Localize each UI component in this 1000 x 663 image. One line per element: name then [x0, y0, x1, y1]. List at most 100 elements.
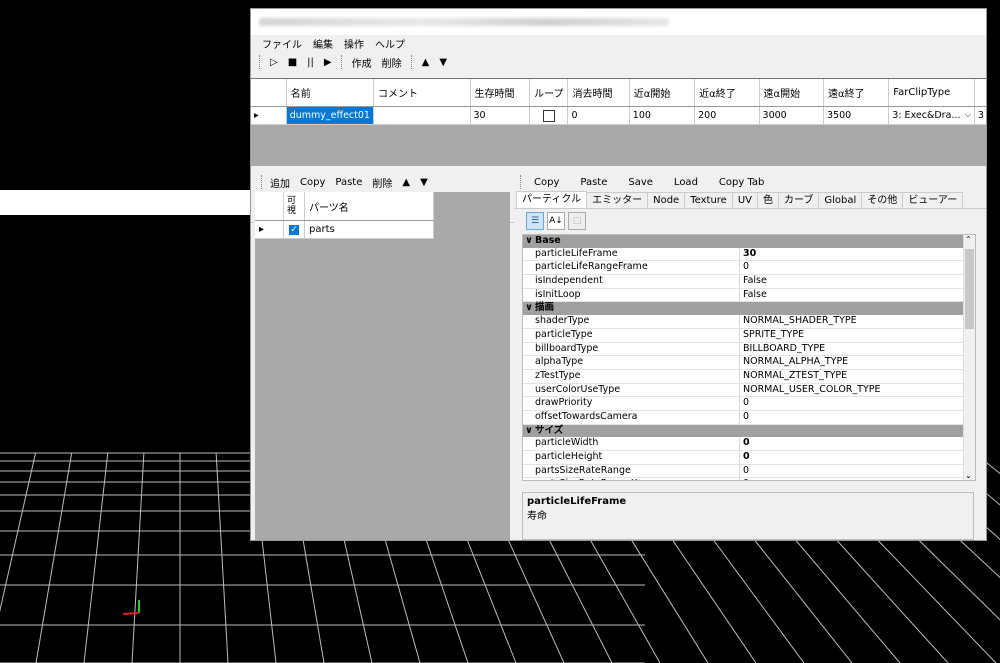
col-far-start[interactable]: 遠α開始 [759, 79, 824, 107]
col-near-start[interactable]: 近α開始 [629, 79, 696, 107]
load-button[interactable]: Load [662, 177, 707, 188]
scroll-up-icon[interactable]: ⌃ [965, 235, 972, 244]
part-down-button[interactable]: ▼ [415, 177, 433, 188]
property-row[interactable]: particleLifeRangeFrame 0 [523, 261, 975, 276]
property-value[interactable]: 0 [740, 465, 975, 478]
property-value[interactable]: 0 [740, 397, 975, 410]
property-row[interactable]: particleLifeFrame 30 [523, 247, 975, 262]
col-farclip[interactable]: FarClipType [888, 79, 975, 107]
col-visible[interactable]: 可視 [283, 192, 305, 221]
property-value[interactable]: 30 [740, 248, 975, 261]
tab-0[interactable]: パーティクル [516, 191, 588, 208]
chevron-down-icon[interactable]: ⌵ [965, 110, 971, 120]
tab-9[interactable]: ビューアー [902, 192, 964, 208]
property-value[interactable]: 0 [740, 261, 975, 274]
scroll-thumb[interactable] [965, 249, 974, 329]
table-row[interactable]: ▸ dummy_effect01 30 0 100 200 3000 3500 … [251, 106, 986, 125]
col-erase[interactable]: 消去時間 [567, 79, 630, 107]
property-value[interactable]: NORMAL_ZTEST_TYPE [740, 370, 975, 383]
copy-part-button[interactable]: Copy [295, 177, 330, 188]
create-button[interactable]: 作成 [347, 55, 377, 70]
tab-1[interactable]: エミッター [586, 192, 649, 208]
property-row[interactable]: particleWidth 0 [523, 437, 975, 451]
property-value[interactable]: NORMAL_SHADER_TYPE [740, 315, 975, 328]
property-value[interactable]: False [740, 289, 975, 302]
property-row[interactable]: shaderType NORMAL_SHADER_TYPE [523, 315, 975, 329]
collapse-icon[interactable]: ∨ [523, 235, 535, 248]
cell-far-end[interactable]: 3500 [823, 106, 890, 125]
collapse-icon[interactable]: ∨ [523, 425, 535, 438]
paste-props-button[interactable]: Paste [568, 177, 616, 188]
cell-far-start[interactable]: 3000 [759, 106, 824, 125]
cell-name[interactable]: dummy_effect01 [286, 106, 374, 125]
property-category[interactable]: ∨ 描画 [523, 302, 975, 316]
property-row[interactable]: particleType SPRITE_TYPE [523, 328, 975, 343]
paste-part-button[interactable]: Paste [330, 177, 367, 188]
cell-life[interactable]: 30 [470, 106, 531, 125]
play-button[interactable]: ▷ [265, 57, 283, 68]
menu-file[interactable]: ファイル [259, 36, 310, 51]
tab-3[interactable]: Texture [684, 192, 733, 208]
property-value[interactable]: NORMAL_ALPHA_TYPE [740, 356, 975, 369]
cell-near-end[interactable]: 200 [694, 106, 760, 125]
col-far-end[interactable]: 遠α終了 [823, 79, 890, 107]
cell-visible[interactable]: ✓ [283, 220, 305, 239]
delete-button[interactable]: 削除 [377, 55, 407, 70]
property-value[interactable]: 0 [740, 478, 975, 480]
add-part-button[interactable]: 追加 [265, 175, 295, 190]
pause-button[interactable]: || [302, 57, 319, 68]
property-category[interactable]: ∨ サイズ [523, 424, 975, 438]
col-loop[interactable]: ループ [529, 79, 569, 107]
property-row[interactable]: partsSizeRateRangeX0 [523, 478, 975, 480]
property-row[interactable]: userColorUseType NORMAL_USER_COLOR_TYPE [523, 383, 975, 398]
cell-part-name[interactable]: parts [304, 220, 434, 239]
property-category[interactable]: ∨ Base [523, 235, 975, 248]
move-down-button[interactable]: ▼ [434, 57, 452, 68]
property-value[interactable]: 0 [740, 451, 975, 464]
property-value[interactable]: BILLBOARD_TYPE [740, 343, 975, 356]
property-row[interactable]: billboardType BILLBOARD_TYPE [523, 342, 975, 357]
copy-props-button[interactable]: Copy [522, 177, 568, 188]
tab-2[interactable]: Node [647, 192, 686, 208]
property-value[interactable]: 0 [740, 437, 975, 450]
menu-help[interactable]: ヘルプ [372, 36, 413, 51]
stop-button[interactable]: ■ [283, 57, 302, 68]
col-name[interactable]: 名前 [286, 79, 374, 107]
property-row[interactable]: isInitLoop False [523, 288, 975, 303]
table-row[interactable]: ▸ ✓ parts [255, 220, 434, 239]
tab-8[interactable]: その他 [861, 192, 904, 208]
tab-6[interactable]: カーブ [778, 192, 820, 208]
collapse-icon[interactable]: ∨ [523, 302, 535, 315]
col-near-end[interactable]: 近α終了 [694, 79, 760, 107]
visible-checkbox[interactable]: ✓ [288, 223, 300, 236]
tab-7[interactable]: Global [818, 192, 863, 208]
menu-edit[interactable]: 編集 [310, 36, 341, 51]
property-row[interactable]: isIndependent False [523, 275, 975, 289]
property-value[interactable]: 0 [740, 411, 975, 424]
save-button[interactable]: Save [616, 177, 662, 188]
delete-part-button[interactable]: 削除 [367, 175, 397, 190]
property-value[interactable]: False [740, 275, 975, 288]
loop-checkbox[interactable] [542, 109, 555, 122]
part-up-button[interactable]: ▲ [397, 177, 415, 188]
step-button[interactable]: ▶ [319, 57, 337, 68]
property-row[interactable]: particleHeight 0 [523, 451, 975, 465]
cell-near-start[interactable]: 100 [629, 106, 696, 125]
menu-operation[interactable]: 操作 [341, 36, 372, 51]
property-row[interactable]: drawPriority 0 [523, 397, 975, 411]
property-row[interactable]: zTestType NORMAL_ZTEST_TYPE [523, 369, 975, 384]
col-life[interactable]: 生存時間 [470, 79, 531, 107]
cell-comment[interactable] [373, 106, 471, 125]
sort-alpha-icon[interactable]: A↓ [547, 212, 565, 230]
cell-extra[interactable]: 3 [974, 106, 986, 125]
property-row[interactable]: offsetTowardsCamera 0 [523, 410, 975, 425]
move-up-button[interactable]: ▲ [417, 57, 435, 68]
copy-tab-button[interactable]: Copy Tab [707, 177, 773, 188]
col-part-name[interactable]: パーツ名 [304, 192, 434, 221]
categorized-icon[interactable]: ☰ [526, 212, 544, 230]
cell-erase[interactable]: 0 [567, 106, 630, 125]
property-row[interactable]: partsSizeRateRange 0 [523, 464, 975, 479]
cell-loop[interactable] [529, 106, 569, 125]
property-value[interactable]: NORMAL_USER_COLOR_TYPE [740, 384, 975, 397]
tab-4[interactable]: UV [731, 192, 758, 208]
